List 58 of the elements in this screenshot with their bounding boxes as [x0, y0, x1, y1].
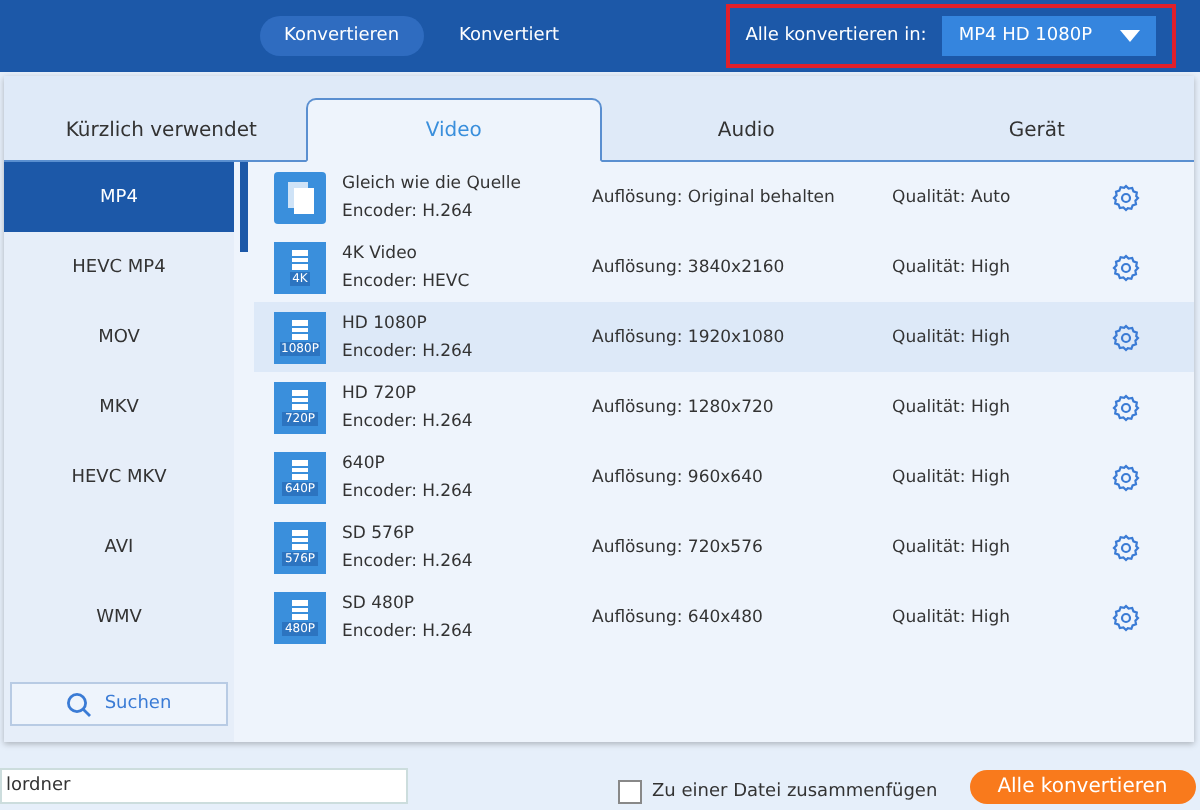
encoder-text: Encoder: HEVC [342, 271, 472, 291]
format-item[interactable]: HEVC MP4 [4, 232, 234, 302]
encoder-text: Encoder: H.264 [342, 481, 475, 501]
preset-name: 640P [342, 453, 387, 473]
preset-name: SD 480P [342, 593, 416, 613]
format-item[interactable]: MP4 [4, 162, 234, 232]
settings-icon[interactable] [1112, 463, 1140, 491]
preset-name: HD 720P [342, 383, 418, 403]
settings-icon[interactable] [1112, 183, 1140, 211]
format-item[interactable]: MKV [4, 372, 234, 442]
merge-label: Zu einer Datei zusammenfügen [652, 782, 938, 802]
resolution-text: Auflösung: 640x480 [592, 607, 765, 627]
resolution-text: Auflösung: 1920x1080 [592, 327, 787, 347]
quality-text: Qualität: High [892, 467, 1012, 487]
format-tab[interactable]: Audio [601, 98, 892, 162]
encoder-text: Encoder: H.264 [342, 201, 475, 221]
quality-text: Qualität: High [892, 327, 1012, 347]
format-tab[interactable]: Kürzlich verwendet [16, 98, 307, 162]
encoder-text: Encoder: H.264 [342, 411, 475, 431]
format-item[interactable]: AVI [4, 512, 234, 582]
resolution-text: Auflösung: 720x576 [592, 537, 765, 557]
convert-all-label: Alle konvertieren in: [745, 26, 927, 46]
scroll-bar[interactable] [240, 162, 248, 252]
top-tab[interactable]: Konvertieren [260, 16, 424, 56]
preset-name: Gleich wie die Quelle [342, 173, 523, 193]
resolution-text: Auflösung: 1280x720 [592, 397, 776, 417]
encoder-text: Encoder: H.264 [342, 551, 475, 571]
search-icon [66, 691, 93, 717]
settings-icon[interactable] [1112, 533, 1140, 561]
quality-text: Qualität: High [892, 607, 1012, 627]
resolution-text: Auflösung: 960x640 [592, 467, 765, 487]
format-item[interactable]: WMV [4, 582, 234, 652]
format-item[interactable]: HEVC MKV [4, 442, 234, 512]
format-item[interactable]: MOV [4, 302, 234, 372]
folder-field[interactable]: lordner [0, 768, 408, 804]
quality-text: Qualität: High [892, 537, 1012, 557]
caret-icon [1120, 30, 1140, 42]
checkbox[interactable] [618, 780, 642, 804]
format-tab[interactable]: Gerät [891, 98, 1182, 162]
settings-icon[interactable] [1112, 323, 1140, 351]
quality-text: Qualität: High [892, 397, 1012, 417]
copy-icon [274, 171, 326, 223]
format-dropdown[interactable]: MP4 HD 1080P [942, 16, 1156, 56]
resolution-text: Auflösung: Original behalten [592, 187, 837, 207]
encoder-text: Encoder: H.264 [342, 341, 475, 361]
preset-name: SD 576P [342, 523, 416, 543]
settings-icon[interactable] [1112, 253, 1140, 281]
preset-name: HD 1080P [342, 313, 429, 333]
preset-name: 4K Video [342, 243, 419, 263]
preset-row[interactable]: Gleich wie die Quelle Encoder: H.264 Auflösung: Original behalten Qualität: Auto [254, 162, 1194, 232]
quality-text: Qualität: High [892, 257, 1012, 277]
quality-text: Qualität: Auto [892, 187, 1013, 207]
encoder-text: Encoder: H.264 [342, 621, 475, 641]
resolution-text: Auflösung: 3840x2160 [592, 257, 787, 277]
settings-icon[interactable] [1112, 603, 1140, 631]
search-button[interactable]: Suchen [10, 682, 228, 726]
top-tab[interactable]: Konvertiert [435, 16, 584, 56]
settings-icon[interactable] [1112, 393, 1140, 421]
